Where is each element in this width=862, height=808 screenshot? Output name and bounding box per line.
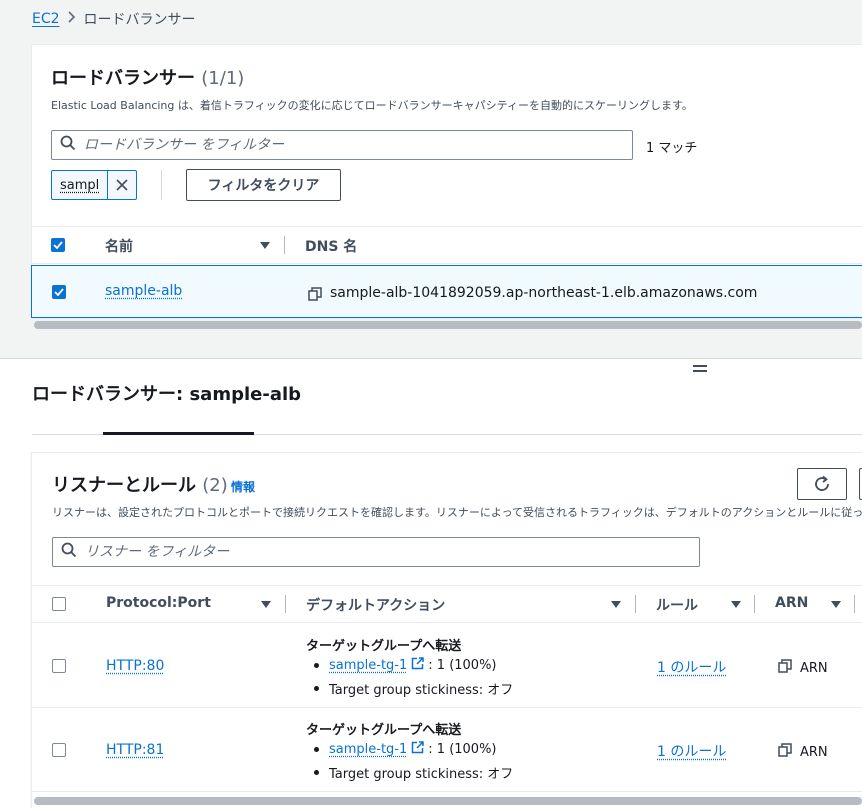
listener-link[interactable]: HTTP:80 xyxy=(106,658,164,674)
column-resizer[interactable] xyxy=(854,595,855,613)
chevron-right-icon xyxy=(67,11,76,27)
panel-title-text: ロードバランサー xyxy=(51,68,195,89)
table-row: HTTP:80 ターゲットグループへ転送 sample-tg-1 : 1 (10… xyxy=(32,624,862,708)
column-header-arn[interactable]: ARN xyxy=(775,595,808,611)
select-all-checkbox[interactable] xyxy=(51,238,65,252)
row-checkbox[interactable] xyxy=(52,285,66,299)
list-item: Target group stickiness: オフ xyxy=(314,679,513,698)
rules-link[interactable]: 1 のルール xyxy=(657,741,726,761)
sort-down-icon[interactable] xyxy=(260,242,270,249)
select-all-checkbox[interactable] xyxy=(52,597,66,611)
refresh-button[interactable] xyxy=(797,468,847,500)
target-group-link[interactable]: sample-tg-1 xyxy=(329,658,407,673)
panel-title-count: (1/1) xyxy=(201,68,245,89)
column-resizer[interactable] xyxy=(754,595,755,613)
panel-description: Elastic Load Balancing は、着信トラフィックの変化に応じて… xyxy=(51,99,693,112)
column-header-action[interactable]: デフォルトアクション xyxy=(306,595,445,615)
external-link-icon[interactable] xyxy=(411,657,425,674)
sort-down-icon[interactable] xyxy=(731,601,741,608)
breadcrumb-ec2-link[interactable]: EC2 xyxy=(32,11,60,27)
column-resizer[interactable] xyxy=(635,595,636,613)
horizontal-scrollbar[interactable] xyxy=(34,321,862,329)
column-resizer[interactable] xyxy=(285,595,286,613)
listeners-count: (2) xyxy=(202,475,228,496)
match-count: 1 マッチ xyxy=(646,141,698,156)
filter-token-value: sampl xyxy=(60,177,100,193)
copy-icon[interactable] xyxy=(308,286,322,305)
column-resizer[interactable] xyxy=(284,236,285,254)
load-balancer-name-link[interactable]: sample-alb xyxy=(105,283,182,299)
listeners-table-header: Protocol:Port デフォルトアクション ルール ARN xyxy=(32,585,862,623)
target-group-weight: : 1 (100%) xyxy=(428,742,497,757)
detail-title: ロードバランサー: sample-alb xyxy=(32,384,302,405)
check-icon xyxy=(54,288,64,296)
copy-icon[interactable] xyxy=(778,743,792,761)
active-tab-indicator xyxy=(103,432,254,435)
panel-title: ロードバランサー (1/1) xyxy=(51,64,244,90)
breadcrumb: EC2 ロードバランサー xyxy=(32,9,196,29)
close-icon xyxy=(116,176,128,195)
arn-copy[interactable]: ARN xyxy=(778,743,828,761)
dns-name: sample-alb-1041892059.ap-northeast-1.elb… xyxy=(330,285,758,301)
column-header-rule[interactable]: ルール xyxy=(656,595,698,615)
listener-filter-input[interactable] xyxy=(85,544,699,560)
table-header: 名前 DNS 名 xyxy=(32,226,862,264)
load-balancer-filter[interactable] xyxy=(51,130,633,160)
listener-link[interactable]: HTTP:81 xyxy=(106,742,164,758)
info-link[interactable]: 情報 xyxy=(231,478,255,495)
listeners-title: リスナーとルール (2) xyxy=(52,471,228,497)
list-item: Target group stickiness: オフ xyxy=(314,763,513,782)
bullet-icon xyxy=(314,686,319,691)
table-row: HTTP:81 ターゲットグループへ転送 sample-tg-1 : 1 (10… xyxy=(32,708,862,792)
column-header-dns[interactable]: DNS 名 xyxy=(305,236,357,256)
target-group-weight: : 1 (100%) xyxy=(428,658,497,673)
check-icon xyxy=(53,241,63,249)
copy-icon[interactable] xyxy=(778,659,792,677)
external-link-icon[interactable] xyxy=(411,741,425,758)
row-checkbox[interactable] xyxy=(52,743,66,757)
stickiness-text: Target group stickiness: オフ xyxy=(329,767,514,782)
load-balancer-filter-input[interactable] xyxy=(84,137,632,153)
sort-down-icon[interactable] xyxy=(831,601,841,608)
remove-token-button[interactable] xyxy=(108,171,136,199)
divider xyxy=(161,170,162,200)
bullet-icon xyxy=(314,663,319,668)
clear-filter-button[interactable]: フィルタをクリア xyxy=(186,169,341,201)
arn-copy[interactable]: ARN xyxy=(778,659,828,677)
column-header-name[interactable]: 名前 xyxy=(105,236,133,256)
table-row[interactable]: sample-alb sample-alb-1041892059.ap-nort… xyxy=(31,265,862,318)
arn-label: ARN xyxy=(800,744,828,760)
action-title: ターゲットグループへ転送 xyxy=(306,723,462,738)
listeners-title-text: リスナーとルール xyxy=(52,475,196,496)
listener-filter[interactable] xyxy=(52,537,700,567)
filter-token-label: sampl xyxy=(52,171,108,199)
search-icon xyxy=(60,135,76,155)
search-icon xyxy=(61,542,77,562)
row-checkbox[interactable] xyxy=(52,659,66,673)
target-group-link[interactable]: sample-tg-1 xyxy=(329,742,407,757)
breadcrumb-current: ロードバランサー xyxy=(83,12,196,28)
list-item: sample-tg-1 : 1 (100%) xyxy=(314,657,497,674)
action-title: ターゲットグループへ転送 xyxy=(306,639,462,654)
sort-down-icon[interactable] xyxy=(261,601,271,608)
column-header-protocol[interactable]: Protocol:Port xyxy=(106,595,211,611)
arn-label: ARN xyxy=(800,660,828,676)
bullet-icon xyxy=(314,770,319,775)
bullet-icon xyxy=(314,747,319,752)
horizontal-scrollbar[interactable] xyxy=(34,797,862,805)
filter-token: sampl xyxy=(51,170,137,200)
rules-link[interactable]: 1 のルール xyxy=(657,657,726,677)
refresh-icon xyxy=(815,475,829,491)
stickiness-text: Target group stickiness: オフ xyxy=(329,683,514,698)
sort-down-icon[interactable] xyxy=(611,601,621,608)
listeners-description: リスナーは、設定されたプロトコルとポートで接続リクエストを確認します。リスナーに… xyxy=(52,506,862,519)
resize-handle-icon[interactable] xyxy=(693,365,707,375)
list-item: sample-tg-1 : 1 (100%) xyxy=(314,741,497,758)
